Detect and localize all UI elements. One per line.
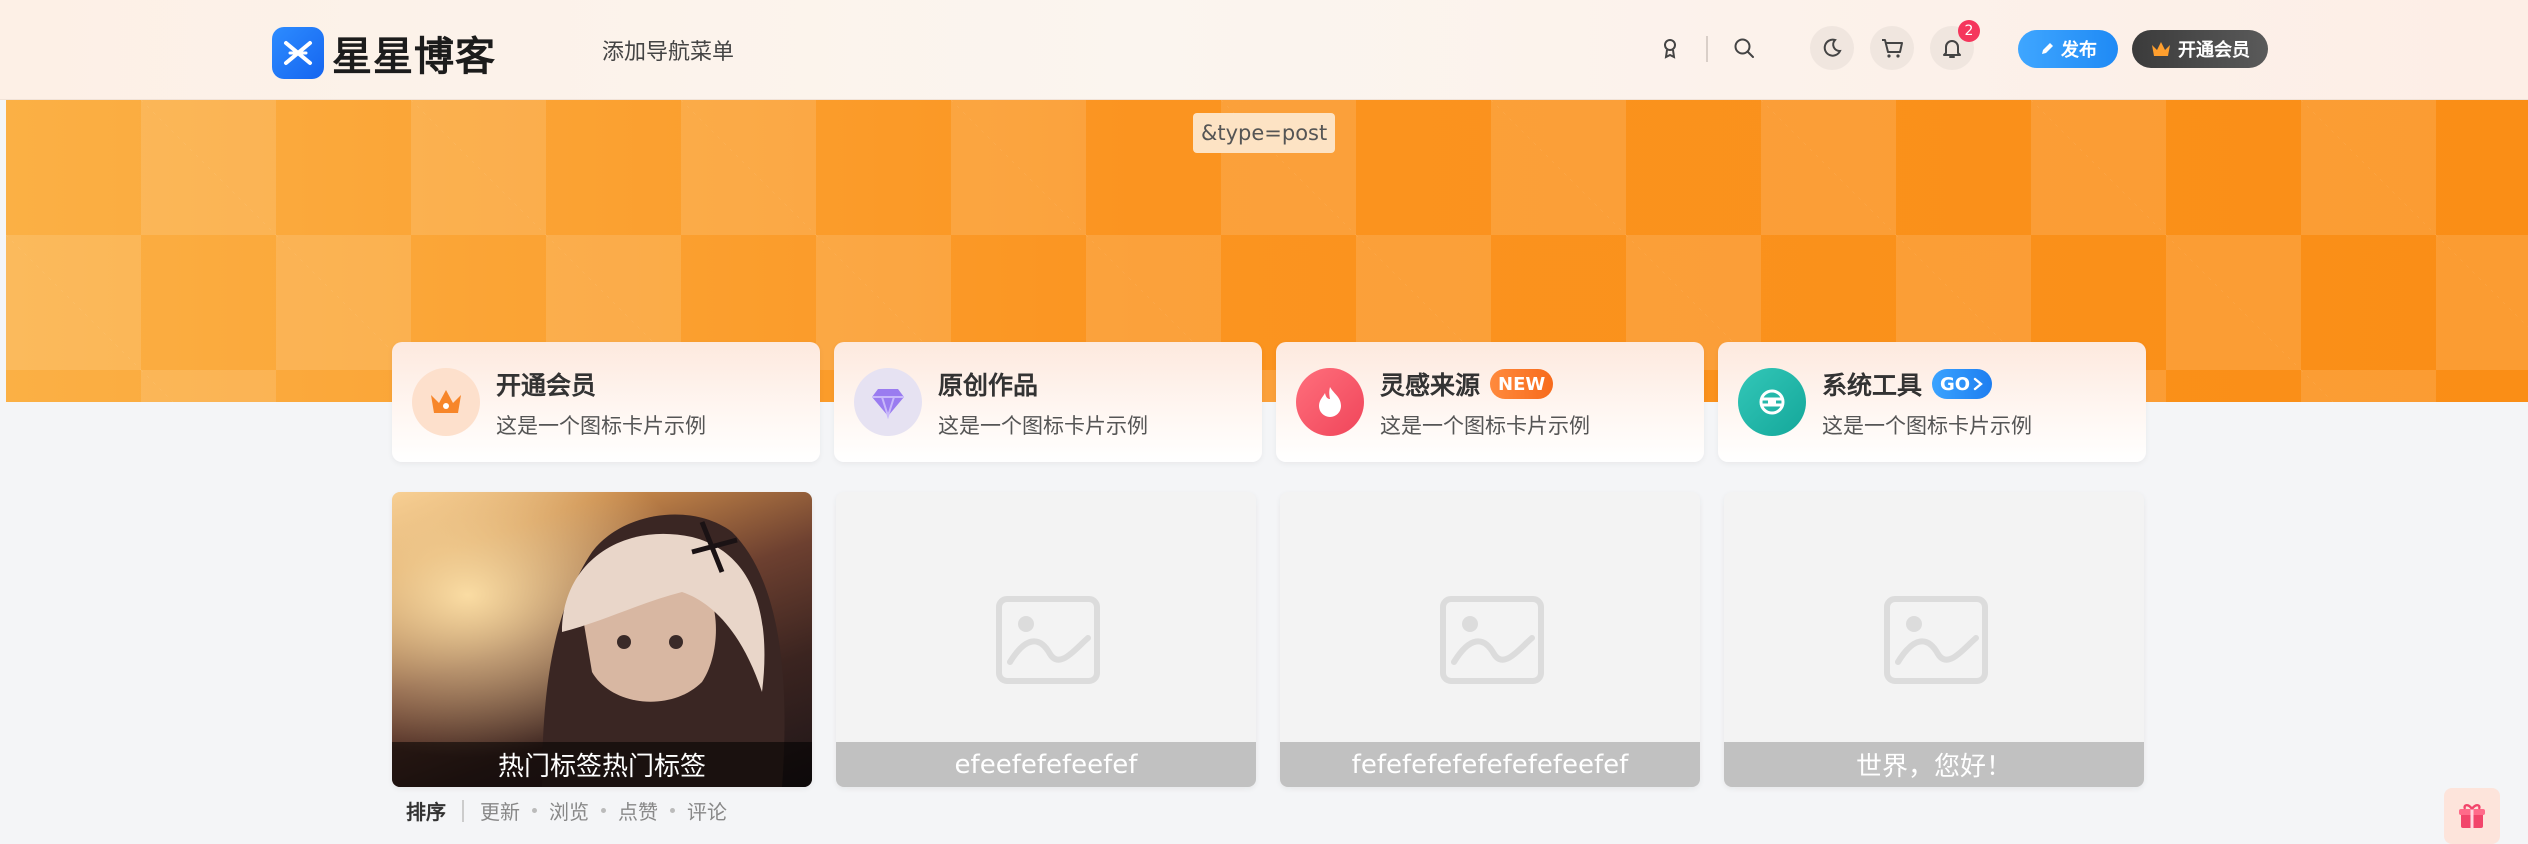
- icon-card-title: 原创作品: [938, 371, 1039, 400]
- post-caption: 世界，您好！: [1724, 742, 2144, 787]
- add-nav-menu-link[interactable]: 添加导航菜单: [602, 34, 734, 66]
- post-card[interactable]: 热门标签热门标签: [392, 492, 812, 787]
- tool-icon: [1738, 368, 1806, 436]
- post-card[interactable]: efeefefefeefef: [836, 492, 1256, 787]
- sort-option-likes[interactable]: 点赞: [618, 796, 658, 825]
- gift-float-button[interactable]: [2444, 788, 2500, 844]
- sort-option-updated[interactable]: 更新: [480, 796, 520, 825]
- icon-card-subtitle: 这是一个图标卡片示例: [1380, 414, 1590, 438]
- sort-label: 排序: [406, 800, 446, 824]
- icon-card-inspiration[interactable]: 灵感来源 NEW 这是一个图标卡片示例: [1276, 342, 1704, 462]
- icon-card-title: 系统工具 GO: [1822, 366, 1993, 402]
- sort-dot: [601, 808, 606, 813]
- type-query-tag: &type=post: [1193, 113, 1336, 153]
- publish-button[interactable]: 发布: [2018, 30, 2118, 68]
- pencil-icon: [2042, 43, 2053, 54]
- icon-card-title: 灵感来源 NEW: [1380, 366, 1554, 402]
- sort-option-views[interactable]: 浏览: [549, 796, 589, 825]
- icon-card-subtitle: 这是一个图标卡片示例: [496, 414, 706, 438]
- icon-card-tools[interactable]: 系统工具 GO 这是一个图标卡片示例: [1718, 342, 2146, 462]
- image-placeholder-icon: [996, 596, 1100, 684]
- dark-mode-icon[interactable]: [1810, 26, 1854, 70]
- sort-bar: 排序 更新 浏览 点赞 评论: [406, 796, 727, 825]
- top-header: 星星博客 添加导航菜单 2 发布 开通会员: [0, 0, 2528, 100]
- icon-card-vip[interactable]: 开通会员 这是一个图标卡片示例: [392, 342, 820, 462]
- image-placeholder-icon: [1884, 596, 1988, 684]
- header-divider: [1706, 36, 1708, 62]
- go-badge[interactable]: GO: [1932, 369, 1993, 399]
- chevron-right-icon: [1973, 377, 1983, 391]
- post-card[interactable]: fefefefefefefefefeefef: [1280, 492, 1700, 787]
- logo-text: 星星博客: [332, 34, 496, 80]
- publish-label: 发布: [2061, 40, 2097, 61]
- crown-icon: [412, 368, 480, 436]
- post-card[interactable]: 世界，您好！: [1724, 492, 2144, 787]
- vip-label: 开通会员: [2178, 40, 2250, 61]
- sort-dot: [670, 808, 675, 813]
- post-caption: efeefefefeefef: [836, 742, 1256, 787]
- sort-dot: [532, 808, 537, 813]
- notification-count-badge: 2: [1958, 20, 1980, 42]
- image-placeholder-icon: [1440, 596, 1544, 684]
- badge-icon[interactable]: [1648, 26, 1692, 70]
- new-badge: NEW: [1490, 369, 1554, 399]
- icon-card-subtitle: 这是一个图标卡片示例: [1822, 414, 2032, 438]
- search-icon[interactable]: [1722, 26, 1766, 70]
- gift-icon: [2459, 804, 2485, 828]
- sort-divider: [462, 799, 464, 822]
- diamond-icon: [854, 368, 922, 436]
- site-logo[interactable]: 星星博客: [272, 24, 496, 82]
- icon-card-original[interactable]: 原创作品 这是一个图标卡片示例: [834, 342, 1262, 462]
- cart-icon[interactable]: [1870, 26, 1914, 70]
- crown-icon: [2152, 42, 2170, 56]
- icon-card-title: 开通会员: [496, 371, 597, 400]
- logo-mark-icon: [272, 27, 324, 79]
- post-caption: fefefefefefefefefeefef: [1280, 742, 1700, 787]
- vip-button[interactable]: 开通会员: [2132, 30, 2268, 68]
- icon-card-subtitle: 这是一个图标卡片示例: [938, 414, 1148, 438]
- sort-option-comments[interactable]: 评论: [687, 796, 727, 825]
- post-caption: 热门标签热门标签: [392, 742, 812, 787]
- notification-bell-icon[interactable]: 2: [1930, 20, 1980, 70]
- flame-icon: [1296, 368, 1364, 436]
